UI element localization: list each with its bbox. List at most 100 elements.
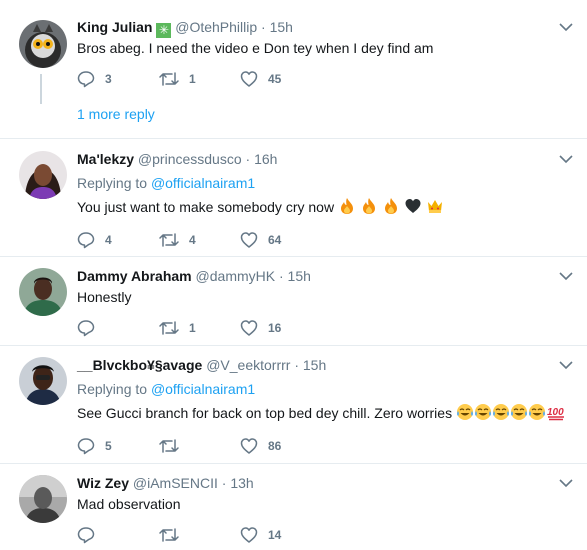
like-button[interactable]: 64	[240, 231, 281, 249]
tweet-wiz-zey[interactable]: Wiz Zey @iAmSENCII · 13h Mad observation…	[0, 464, 587, 550]
heart-icon	[240, 438, 258, 454]
separator-dot: ·	[245, 151, 251, 167]
reply-icon	[77, 71, 95, 88]
heart-icon	[240, 527, 258, 543]
replying-to-link[interactable]: @officialnairam1	[151, 381, 255, 397]
display-name[interactable]: Ma'lekzy	[77, 151, 134, 167]
retweet-button[interactable]: 4	[159, 231, 196, 249]
retweet-icon	[159, 233, 179, 247]
heart-icon	[240, 232, 258, 248]
tweet-malekzy[interactable]: Ma'lekzy @princessdusco · 16h Replying t…	[0, 139, 587, 256]
fire-emoji	[340, 198, 353, 214]
reply-button[interactable]: 3	[77, 70, 112, 88]
reply-button[interactable]: 5	[77, 437, 112, 455]
reply-count: 3	[105, 72, 112, 86]
display-name[interactable]: __Blvckbo¥§avage	[77, 357, 202, 373]
reply-count: 5	[105, 439, 112, 453]
chevron-down-icon[interactable]	[559, 360, 573, 370]
avatar[interactable]	[19, 357, 67, 405]
retweet-icon	[159, 439, 179, 453]
chevron-down-icon[interactable]	[559, 22, 573, 32]
handle[interactable]: @OtehPhillip	[175, 19, 257, 35]
separator-dot: ·	[221, 475, 227, 491]
avatar[interactable]	[19, 151, 67, 199]
replying-to-label: Replying to	[77, 175, 148, 191]
hundred-points-emoji: 100	[547, 407, 564, 421]
avatar[interactable]	[19, 20, 67, 68]
retweet-button[interactable]	[159, 526, 189, 544]
tweet-actions: 14	[77, 526, 377, 544]
tweet-text: Bros abeg. I need the video e Don tey wh…	[77, 40, 434, 56]
handle[interactable]: @iAmSENCII	[133, 475, 218, 491]
fire-emoji	[384, 198, 397, 214]
retweet-button[interactable]: 1	[159, 319, 196, 337]
tweet-text: Mad observation	[77, 496, 181, 512]
like-count: 14	[268, 528, 282, 542]
crown-emoji	[427, 200, 442, 213]
tweet-text-row: You just want to make somebody cry now	[77, 197, 444, 216]
timestamp[interactable]: 16h	[254, 151, 277, 167]
handle[interactable]: @V_eektorrrr	[206, 357, 290, 373]
like-count: 64	[268, 233, 282, 247]
timestamp[interactable]: 15h	[288, 268, 311, 284]
like-button[interactable]: 45	[240, 70, 281, 88]
joy-emoji	[528, 404, 545, 420]
retweet-button[interactable]: 1	[159, 70, 196, 88]
tweet-header: King Julian ✳ @OtehPhillip · 15h	[77, 18, 293, 38]
thread-line	[40, 74, 42, 104]
tweet-header: Ma'lekzy @princessdusco · 16h	[77, 150, 277, 168]
timestamp[interactable]: 15h	[303, 357, 326, 373]
heart-icon	[240, 71, 258, 87]
handle[interactable]: @dammyHK	[196, 268, 276, 284]
fire-emoji	[362, 198, 375, 214]
retweet-icon	[159, 72, 179, 86]
handle[interactable]: @princessdusco	[138, 151, 242, 167]
joy-emoji	[510, 404, 527, 420]
chevron-down-icon[interactable]	[559, 154, 573, 164]
timestamp[interactable]: 15h	[270, 19, 293, 35]
joy-emoji	[492, 404, 509, 420]
like-button[interactable]: 16	[240, 319, 281, 337]
like-button[interactable]: 86	[240, 437, 281, 455]
joy-emoji	[474, 404, 491, 420]
reply-icon	[77, 527, 95, 544]
display-name[interactable]: Wiz Zey	[77, 475, 129, 491]
tweet-text-row: See Gucci branch for back on top bed dey…	[77, 403, 566, 422]
replying-to-label: Replying to	[77, 381, 148, 397]
retweet-icon	[159, 528, 179, 542]
like-count: 86	[268, 439, 282, 453]
tweet-text: See Gucci branch for back on top bed dey…	[77, 405, 453, 421]
tweet-king-julian[interactable]: King Julian ✳ @OtehPhillip · 15h Bros ab…	[0, 0, 587, 138]
tweet-blvckbo-savage[interactable]: __Blvckbo¥§avage @V_eektorrrr · 15h Repl…	[0, 346, 587, 463]
tweet-dammy-abraham[interactable]: Dammy Abraham @dammyHK · 15h Honestly 1 …	[0, 257, 587, 345]
tweet-actions: 1 16	[77, 319, 377, 337]
replying-to-link[interactable]: @officialnairam1	[151, 175, 255, 191]
reply-icon	[77, 438, 95, 455]
reply-button[interactable]	[77, 526, 105, 544]
timestamp[interactable]: 13h	[230, 475, 253, 491]
tweet-actions: 5 86	[77, 437, 377, 455]
reply-button[interactable]: 4	[77, 231, 112, 249]
emoji-row: 100	[456, 404, 566, 421]
retweet-button[interactable]	[159, 437, 189, 455]
avatar[interactable]	[19, 475, 67, 523]
retweet-count: 1	[189, 72, 196, 86]
tweet-actions: 4 4 64	[77, 231, 377, 249]
reply-button[interactable]	[77, 319, 105, 337]
more-replies-link[interactable]: 1 more reply	[77, 106, 155, 122]
joy-emoji	[456, 404, 473, 420]
display-name[interactable]: King Julian	[77, 19, 152, 35]
tweet-header: Dammy Abraham @dammyHK · 15h	[77, 267, 311, 285]
chevron-down-icon[interactable]	[559, 478, 573, 488]
badge-icon: ✳	[156, 23, 172, 38]
tweet-header: Wiz Zey @iAmSENCII · 13h	[77, 474, 254, 492]
avatar[interactable]	[19, 268, 67, 316]
retweet-icon	[159, 321, 179, 335]
like-button[interactable]: 14	[240, 526, 281, 544]
tweet-header: __Blvckbo¥§avage @V_eektorrrr · 15h	[77, 356, 326, 374]
heart-icon	[240, 320, 258, 336]
separator-dot: ·	[278, 268, 284, 284]
reply-icon	[77, 232, 95, 249]
chevron-down-icon[interactable]	[559, 271, 573, 281]
display-name[interactable]: Dammy Abraham	[77, 268, 192, 284]
